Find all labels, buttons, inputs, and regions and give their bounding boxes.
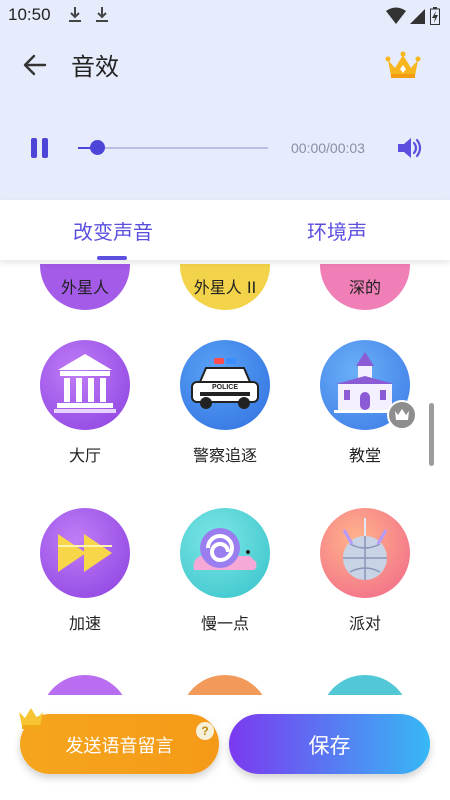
effect-label[interactable]: 深的 [295,274,435,298]
tab-indicator [97,256,127,260]
disco-ball-icon[interactable] [320,508,410,598]
status-time: 10:50 [8,5,51,24]
arrow-left-icon[interactable] [20,50,50,80]
download-icon [69,7,81,22]
effect-label[interactable]: 外星人 [15,274,155,298]
save-button[interactable]: 保存 [229,714,430,774]
hall-icon[interactable] [40,340,130,430]
crown-lock-icon [387,400,417,430]
tab-ambient-sound[interactable]: 环境声 [307,216,367,245]
wifi-icon [386,7,406,24]
effect-label[interactable]: 外星人 II [155,274,295,298]
snail-icon[interactable] [180,508,270,598]
signal-icon [410,9,425,24]
app-bar: 音效 [0,32,450,96]
playback-time: 00:00/00:03 [291,140,365,156]
speaker-icon[interactable] [396,134,424,162]
scrollbar[interactable] [429,403,434,466]
page-title: 音效 [71,53,119,81]
send-voice-message-label: 发送语音留言 [65,736,174,757]
crown-icon [19,708,43,729]
progress-track[interactable] [78,147,268,149]
effect-label[interactable]: 慢一点 [155,610,295,634]
effect-label[interactable]: 教堂 [295,442,435,466]
effect-label[interactable]: 大厅 [15,442,155,466]
crown-icon[interactable] [384,50,422,82]
audio-player: 00:00/00:03 [0,118,450,178]
effect-label[interactable]: 警察追逐 [155,442,295,466]
system-icons [386,6,440,26]
effect-label[interactable]: 加速 [15,610,155,634]
fast-forward-icon[interactable] [40,508,130,598]
police-text: POLICE [212,384,238,391]
help-icon[interactable]: ? [196,722,214,740]
header-area: 10:50 音效 00:00/00:03 [0,0,450,200]
save-label: 保存 [308,734,351,758]
police-car-icon[interactable]: POLICE [180,340,270,430]
send-voice-message-button[interactable]: 发送语音留言 [20,714,219,774]
tab-bar: 改变声音 环境声 [0,200,450,260]
tab-change-voice[interactable]: 改变声音 [73,216,153,245]
effect-label[interactable]: 派对 [295,610,435,634]
pause-icon[interactable] [28,136,52,160]
divider [0,260,450,264]
battery-icon [430,7,440,25]
status-bar: 10:50 [0,0,450,32]
progress-knob[interactable] [90,140,105,155]
download-icon [96,7,108,22]
